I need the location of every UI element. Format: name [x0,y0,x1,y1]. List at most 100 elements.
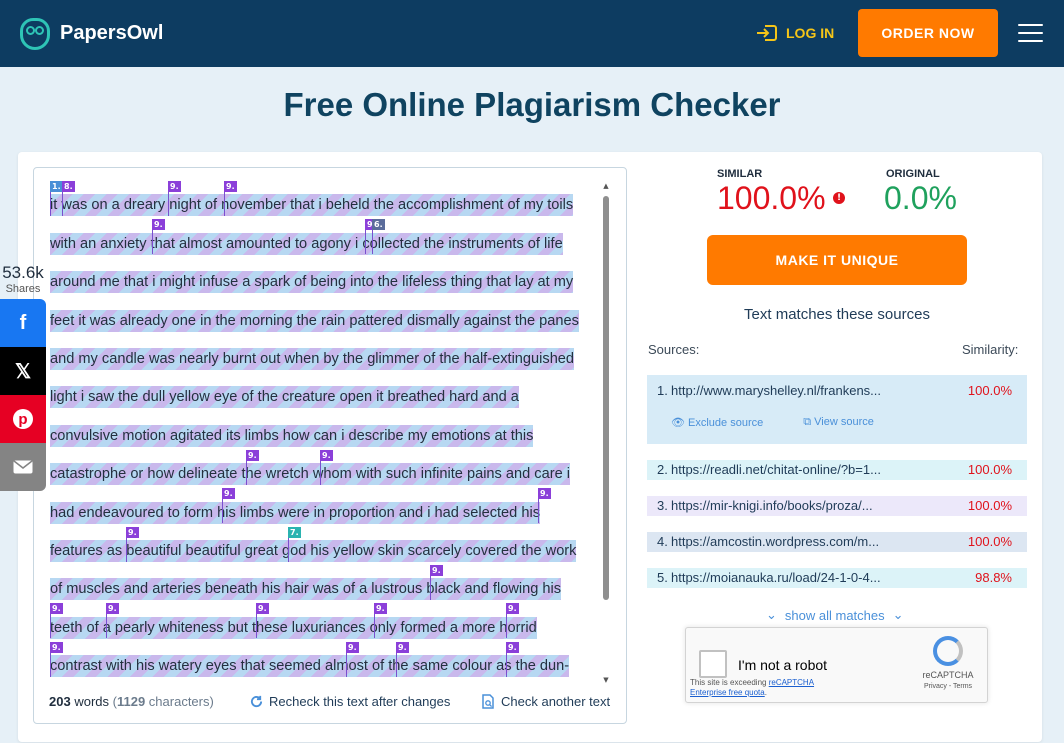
source-marker-line [506,614,507,639]
highlighted-match[interactable]: teeth of a pearly whiteness but these lu… [50,616,537,639]
scrollbar[interactable]: ▲ ▼ [602,182,610,684]
text-input-area[interactable]: it was on a dreary night of november tha… [33,167,627,724]
source-marker-tag[interactable]: 9. [374,603,387,615]
source-marker-tag[interactable]: 9. [126,526,139,538]
source-marker-tag[interactable]: 9. [538,488,551,500]
source-marker-tag[interactable]: 1. [50,181,63,192]
source-marker-tag[interactable]: 9. [152,219,165,231]
similar-percentage: 100.0% [717,180,826,216]
source-row[interactable]: 1. http://www.maryshelley.nl/frankens...… [647,375,1027,444]
source-marker-tag[interactable]: 9. [346,641,359,653]
source-marker-tag[interactable]: 9. [224,181,237,192]
top-nav-bar: PapersOwl LOG IN ORDER NOW [0,0,1064,67]
enterprise-quota-link[interactable]: Enterprise free quota [690,688,765,697]
highlighted-match[interactable]: with an anxiety that almost amounted to … [50,232,563,255]
source-marker-line [288,537,289,562]
text-line: had endeavoured to form his limbs were i… [50,485,595,524]
highlighted-match[interactable]: it was on a dreary night of november tha… [50,194,574,217]
info-icon[interactable]: ! [833,192,845,204]
order-now-button[interactable]: ORDER NOW [858,9,998,57]
highlighted-match[interactable]: contrast with his watery eyes that seeme… [50,655,570,678]
view-source-button[interactable]: ⧉ View source [803,416,874,429]
show-all-matches-link[interactable]: ⌄ show all matches ⌄ [766,607,904,623]
make-it-unique-button[interactable]: MAKE IT UNIQUE [707,235,967,285]
original-label: ORIGINAL [886,168,940,180]
document-search-icon [482,693,494,709]
matches-heading: Text matches these sources [744,306,930,323]
menu-icon[interactable] [1018,24,1043,42]
highlighted-match[interactable]: had endeavoured to form his limbs were i… [50,501,540,524]
recaptcha-link[interactable]: reCAPTCHA [769,678,814,687]
source-marker-tag[interactable]: 9. [256,603,269,615]
source-marker-tag[interactable]: 6. [372,219,385,231]
highlighted-match[interactable]: feet it was already one in the morning t… [50,309,579,332]
logo[interactable]: PapersOwl [18,14,163,52]
highlighted-match[interactable]: catastrophe or how delineate the wretch … [50,463,570,486]
checked-text[interactable]: it was on a dreary night of november tha… [50,178,595,678]
login-link[interactable]: LOG IN [756,24,834,42]
x-icon: 𝕏 [14,360,32,383]
source-similarity: 100.0% [967,383,1012,398]
highlighted-match[interactable]: light i saw the dull yellow eye of the c… [50,386,519,409]
source-link[interactable]: https://mir-knigi.info/books/proza/... [671,498,921,513]
highlighted-match[interactable]: around me that i might infuse a spark of… [50,271,574,294]
source-marker-tag[interactable]: 9. [320,449,333,461]
source-marker-tag[interactable]: 9. [50,603,63,615]
source-marker-line [50,192,51,216]
source-marker-tag[interactable]: 9. [396,641,409,653]
double-chevron-down-icon: ⌄ [766,607,777,622]
source-row[interactable]: 5. https://moianauka.ru/load/24-1-0-4...… [647,568,1027,588]
source-marker-tag[interactable]: 9. [168,181,181,192]
source-link[interactable]: https://readli.net/chitat-online/?b=1... [671,462,921,477]
owl-logo-icon [18,14,52,52]
text-line: catastrophe or how delineate the wretch … [50,447,595,486]
source-link[interactable]: http://www.maryshelley.nl/frankens... [671,383,921,398]
highlighted-match[interactable]: features as beautiful beautiful great go… [50,539,577,562]
exclude-source-button[interactable]: 👁︎ Exclude source [671,416,763,429]
source-similarity: 100.0% [967,462,1012,477]
x-share-button[interactable]: 𝕏 [0,347,46,395]
recaptcha-privacy-terms[interactable]: Privacy - Terms [918,683,978,690]
highlighted-match[interactable]: and my candle was nearly burnt out when … [50,347,575,370]
source-marker-tag[interactable]: 7. [288,526,301,538]
source-marker-tag[interactable]: 9. [506,603,519,615]
scrollbar-thumb[interactable] [603,196,609,600]
source-link[interactable]: https://moianauka.ru/load/24-1-0-4... [671,570,921,585]
eye-slash-icon: 👁︎ [671,417,685,429]
refresh-icon [250,695,263,707]
pinterest-share-button[interactable]: p [0,395,46,443]
check-another-button[interactable]: Check another text [481,694,610,709]
text-line: with an anxiety that almost amounted to … [50,216,595,255]
word-count: 203 words (1129 characters) [49,693,214,709]
original-percentage: 0.0% [884,180,957,216]
source-row[interactable]: 4. https://amcostin.wordpress.com/m... 1… [647,532,1027,552]
source-marker-tag[interactable]: 9. [222,488,235,500]
text-line: feet it was already one in the morning t… [50,293,595,332]
source-marker-tag[interactable]: 9. [430,564,443,576]
email-share-button[interactable] [0,443,46,491]
highlighted-match[interactable]: of muscles and arteries beneath his hair… [50,578,562,601]
recheck-button[interactable]: Recheck this text after changes [250,694,450,709]
text-line: and my candle was nearly burnt out when … [50,332,595,370]
source-marker-line [372,230,373,255]
source-link[interactable]: https://amcostin.wordpress.com/m... [671,534,921,549]
scroll-up-icon[interactable]: ▲ [602,182,610,190]
source-marker-tag[interactable]: 9. [246,449,259,461]
facebook-icon: f [19,311,27,334]
facebook-share-button[interactable]: f [0,299,46,347]
svg-text:p: p [18,411,27,428]
text-line: it was on a dreary night of november tha… [50,178,595,217]
source-marker-tag[interactable]: 9. [50,641,63,653]
source-marker-line [320,460,321,485]
source-similarity: 100.0% [967,498,1012,513]
recaptcha-label: I'm not a robot [738,657,828,673]
recaptcha-checkbox[interactable] [699,650,727,678]
source-row[interactable]: 3. https://mir-knigi.info/books/proza/..… [647,496,1027,516]
source-row[interactable]: 2. https://readli.net/chitat-online/?b=1… [647,460,1027,480]
source-marker-line [152,230,153,255]
source-marker-tag[interactable]: 9. [106,603,119,615]
source-marker-tag[interactable]: 8. [62,181,75,192]
text-line: of muscles and arteries beneath his hair… [50,562,595,601]
source-marker-tag[interactable]: 9. [506,641,519,653]
highlighted-match[interactable]: convulsive motion agitated its limbs how… [50,424,534,447]
